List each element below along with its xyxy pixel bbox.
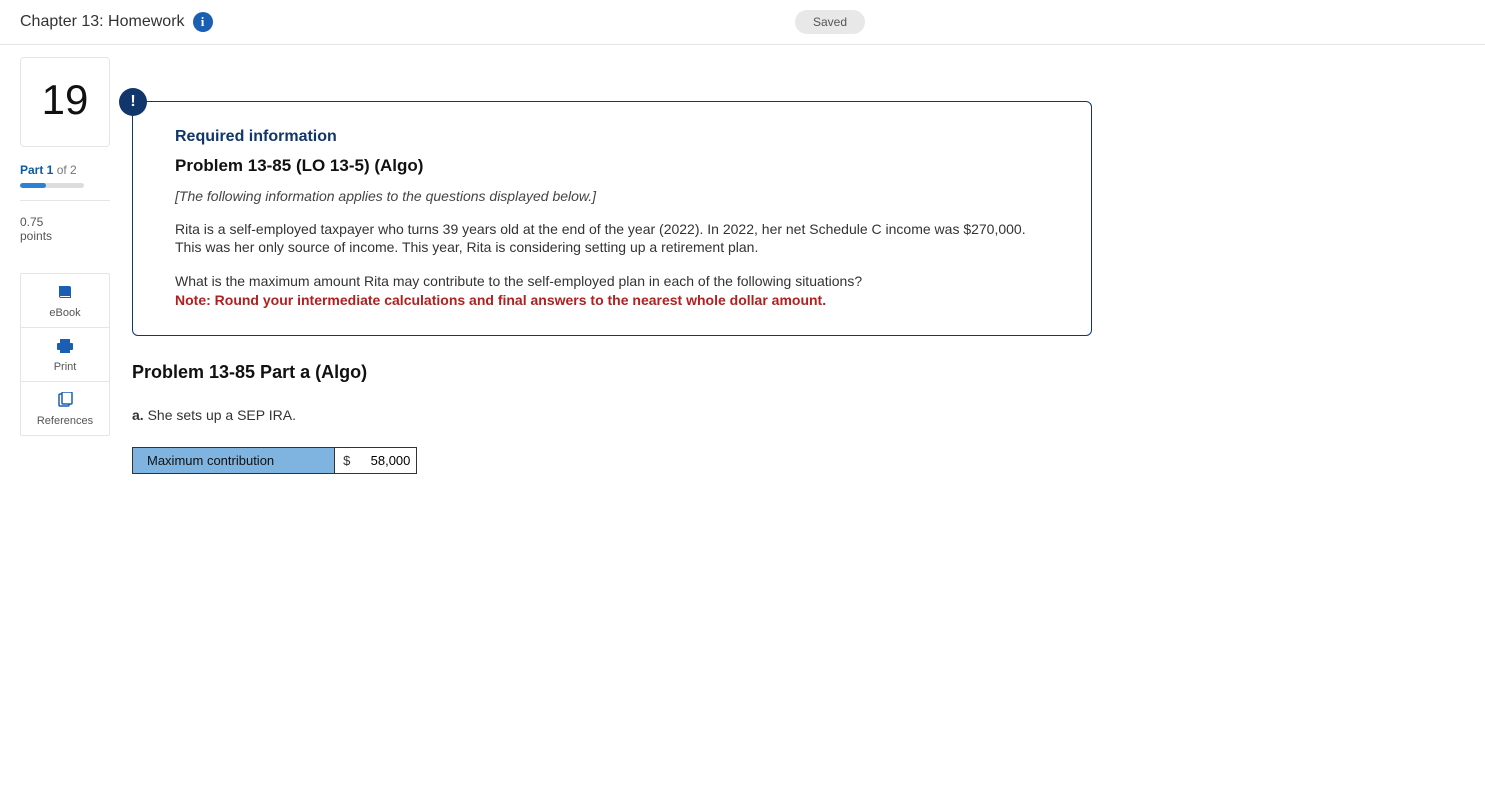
- part-title: Problem 13-85 Part a (Algo): [132, 362, 1092, 383]
- page-title: Chapter 13: Homework: [20, 13, 185, 31]
- sidebar: 19 Part 1 of 2 0.75 points eBook: [20, 57, 110, 474]
- problem-reference: Problem 13-85 (LO 13-5) (Algo): [175, 156, 1049, 176]
- answer-input[interactable]: [356, 448, 416, 473]
- progress-bar: [20, 183, 84, 188]
- subquestion-text: She sets up a SEP IRA.: [144, 407, 296, 423]
- question-text: What is the maximum amount Rita may cont…: [175, 272, 1049, 290]
- rounding-note: Note: Round your intermediate calculatio…: [175, 291, 1049, 309]
- saved-badge: Saved: [795, 10, 865, 34]
- print-icon: [56, 338, 74, 357]
- ebook-button[interactable]: eBook: [21, 274, 109, 328]
- answer-row-label: Maximum contribution: [133, 447, 335, 473]
- book-icon: [57, 284, 73, 303]
- references-label: References: [37, 415, 93, 427]
- currency-symbol: $: [335, 453, 356, 468]
- subquestion: a. She sets up a SEP IRA.: [132, 407, 1092, 423]
- answer-cell: $: [335, 447, 417, 473]
- question-number: 19: [21, 76, 109, 124]
- references-button[interactable]: References: [21, 382, 109, 435]
- question-number-card: 19: [20, 57, 110, 147]
- table-row: Maximum contribution $: [133, 447, 417, 473]
- references-icon: [57, 392, 73, 411]
- answer-table: Maximum contribution $: [132, 447, 417, 474]
- print-label: Print: [54, 361, 77, 373]
- header-bar: Chapter 13: Homework i Saved: [0, 0, 1485, 45]
- points-label: points: [20, 229, 110, 243]
- points-block: 0.75 points: [20, 215, 110, 243]
- main-content: ! Required information Problem 13-85 (LO…: [132, 57, 1092, 474]
- scenario-text: Rita is a self-employed taxpayer who tur…: [175, 220, 1049, 256]
- progress-fill: [20, 183, 46, 188]
- info-icon[interactable]: i: [193, 12, 213, 32]
- tools-panel: eBook Print References: [20, 273, 110, 436]
- points-value: 0.75: [20, 215, 110, 229]
- part-label-of: of 2: [53, 163, 76, 177]
- print-button[interactable]: Print: [21, 328, 109, 382]
- exclamation-icon: !: [119, 88, 147, 116]
- applies-note: [The following information applies to th…: [175, 188, 1049, 204]
- ebook-label: eBook: [49, 307, 80, 319]
- part-label-bold: Part 1: [20, 163, 53, 177]
- required-heading: Required information: [175, 128, 1049, 146]
- layout: 19 Part 1 of 2 0.75 points eBook: [0, 45, 1485, 474]
- subquestion-letter: a.: [132, 407, 144, 423]
- part-progress: Part 1 of 2: [20, 163, 110, 201]
- required-info-box: ! Required information Problem 13-85 (LO…: [132, 101, 1092, 336]
